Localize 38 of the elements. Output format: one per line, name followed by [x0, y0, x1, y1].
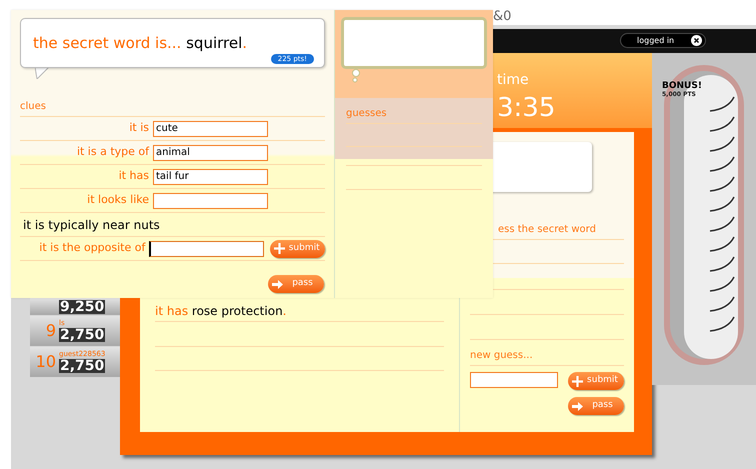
clue-label: it looks like [86, 192, 150, 208]
clue-text: it has rose protection. [155, 304, 286, 318]
guesses-heading: guesses [346, 106, 482, 124]
clue-label: it is [128, 120, 150, 136]
header-text: &0 [493, 8, 512, 26]
rank-number: 10 [36, 352, 56, 371]
text-field[interactable] [149, 240, 264, 256]
text-field[interactable]: tail fur [153, 168, 268, 184]
text-field[interactable]: cute [153, 120, 268, 136]
clue-label: it is a type of [76, 144, 150, 160]
arrow-icon [572, 402, 583, 410]
submit-button[interactable]: submit [270, 240, 325, 258]
plus-icon [274, 243, 286, 254]
submit-button[interactable]: submit [568, 372, 624, 390]
new-guess-label: new guess... [470, 348, 624, 366]
timer-label: time [497, 71, 529, 90]
given-clue: it is typically near nuts [23, 216, 160, 234]
plus-icon [572, 376, 583, 386]
secret-word-text: the secret word is... squirrel. [33, 34, 248, 52]
login-status: logged in [637, 34, 674, 46]
clue-label: it is the opposite of [38, 240, 147, 256]
rank-number: 9 [46, 321, 56, 340]
text-field[interactable]: animal [153, 144, 268, 160]
pass-button[interactable]: pass [268, 275, 324, 293]
text-field[interactable] [153, 192, 268, 208]
pass-button[interactable]: pass [568, 397, 624, 415]
clues-heading: clues [20, 99, 325, 117]
bonus-title: BONUS! [662, 82, 702, 91]
timer-value: 3:35 [497, 92, 556, 125]
score: 9,250 [59, 300, 106, 314]
thought-dots-icon [351, 69, 361, 83]
clue-label: it has [118, 168, 150, 184]
prompt-text: ess the secret word [498, 223, 596, 237]
score: 2,750 [59, 359, 106, 373]
arrow-icon [272, 280, 283, 288]
text-field[interactable] [470, 372, 558, 388]
score: 2,750 [59, 328, 106, 342]
close-icon[interactable] [691, 35, 702, 46]
